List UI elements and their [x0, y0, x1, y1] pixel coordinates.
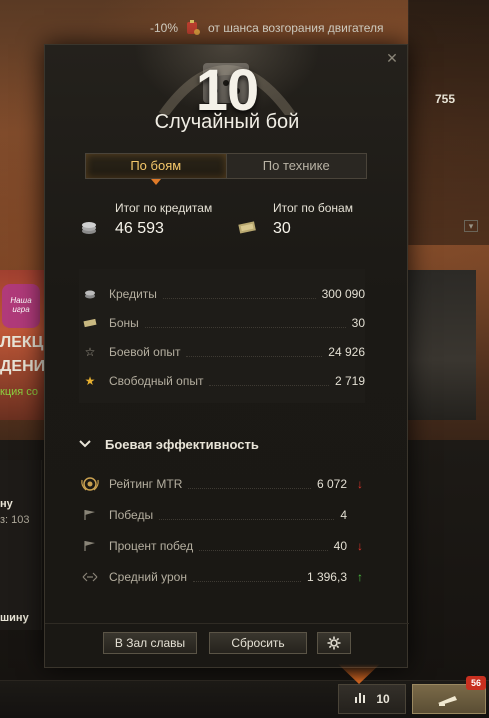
coins-icon [79, 219, 99, 235]
promo-badge-text: Наша игра [10, 296, 32, 314]
left-list-line-3: шину [0, 612, 29, 624]
dialog-footer: В Зал славы Сбросить [45, 623, 409, 667]
right-value: 755 [435, 92, 456, 106]
wins-label: Победы [109, 508, 154, 522]
promo-line-1: ЛЕКЦ [0, 334, 44, 351]
tab-by-vehicles[interactable]: По технике [226, 154, 366, 178]
win-rate-label: Процент побед [109, 539, 194, 553]
arrow-up-icon: ↑ [357, 570, 363, 584]
total-bonds-value: 30 [273, 220, 291, 237]
income-section: Кредиты 300 090 Боны 30 ☆ Боевой опыт 24… [79, 269, 365, 403]
promo-badge: Наша игра [2, 284, 40, 328]
total-bonds: Итог по бонам 30 [273, 201, 353, 238]
battle-xp-value: 24 926 [328, 345, 365, 359]
session-stats-count: 10 [376, 692, 390, 706]
left-list-line-2: з: 103 [0, 514, 30, 526]
flag-icon [79, 508, 101, 522]
promo-card[interactable]: Наша игра ЛЕКЦ ДЕНИ кция со [0, 270, 46, 420]
notification-count-badge: 56 [466, 676, 486, 690]
avg-damage-label: Средний урон [109, 570, 187, 584]
flag-icon [79, 539, 101, 553]
bonus-percent: -10% [150, 21, 179, 35]
bonds-value: 30 [351, 316, 365, 330]
total-credits-label: Итог по кредитам [115, 201, 213, 215]
tab-bar: По боям По технике [85, 153, 367, 179]
active-tab-indicator [151, 179, 161, 185]
notification-icon [437, 693, 459, 712]
tab-by-battles[interactable]: По боям [86, 154, 227, 178]
bonds-icon [79, 316, 101, 330]
total-bonds-label: Итог по бонам [273, 201, 353, 215]
efficiency-toggle[interactable]: Боевая эффективность [79, 435, 259, 453]
arrow-down-icon: ↓ [357, 539, 363, 553]
settings-button[interactable] [317, 632, 351, 654]
promo-line-2: ДЕНИ [0, 358, 46, 375]
list-item-battle-xp: ☆ Боевой опыт 24 926 [79, 343, 365, 361]
efficiency-section: Рейтинг MTR 6 072 ↓ Победы 4 Процент поб… [79, 469, 365, 599]
list-item-bonds: Боны 30 [79, 314, 365, 332]
credits-label: Кредиты [109, 287, 157, 301]
efficiency-title: Боевая эффективность [105, 436, 259, 452]
free-xp-value: 2 719 [334, 374, 365, 388]
reset-button[interactable]: Сбросить [209, 632, 307, 654]
right-panel: 755 ▾ [408, 0, 489, 245]
star-gold-icon: ★ [84, 374, 96, 388]
promo-line-3: кция со [0, 386, 39, 398]
session-stats-button[interactable]: 10 [338, 684, 406, 714]
totals-section: Итог по кредитам 46 593 Итог по бонам 30 [79, 201, 379, 251]
gear-icon [327, 636, 341, 653]
bonds-icon [237, 219, 257, 235]
list-item-free-xp: ★ Свободный опыт 2 719 [79, 372, 365, 390]
battle-stats-dialog: ✕ 10 Случайный бой По боям По технике Ит… [44, 44, 409, 668]
left-list: ну з: 103 шину [0, 460, 42, 630]
top-bonus-bar: -10% от шанса возгорания двигателя [150, 18, 384, 38]
damage-icon [79, 570, 101, 584]
arrow-down-icon: ↓ [357, 477, 363, 491]
list-item-mtr: Рейтинг MTR 6 072 ↓ [79, 475, 365, 493]
chevron-down-icon[interactable]: ▾ [464, 220, 478, 232]
battle-xp-label: Боевой опыт [109, 345, 181, 359]
hall-of-fame-button[interactable]: В Зал славы [103, 632, 197, 654]
free-xp-label: Свободный опыт [109, 374, 204, 388]
credits-value: 300 090 [321, 287, 365, 301]
total-credits-value: 46 593 [115, 220, 164, 237]
bonus-text: от шанса возгорания двигателя [208, 21, 384, 35]
wins-value: 4 [340, 508, 347, 522]
total-credits: Итог по кредитам 46 593 [115, 201, 212, 238]
list-item-wins: Победы 4 [79, 506, 365, 524]
list-item-avg-damage: Средний урон 1 396,3 ↑ [79, 568, 365, 586]
mtr-value: 6 072 [316, 477, 347, 491]
mtr-laurel-icon [79, 477, 101, 491]
left-list-line-1: ну [0, 498, 13, 510]
star-outline-icon: ☆ [84, 345, 96, 359]
chevron-down-icon [79, 437, 91, 451]
win-rate-value: 40 [333, 539, 347, 553]
tank-preview-image [408, 270, 476, 420]
page-title: Случайный бой [154, 111, 300, 133]
list-item-win-rate: Процент побед 40 ↓ [79, 537, 365, 555]
bar-chart-icon [354, 690, 368, 708]
bonds-label: Боны [109, 316, 139, 330]
avg-damage-value: 1 396,3 [306, 570, 347, 584]
mtr-label: Рейтинг MTR [109, 477, 183, 491]
list-item-credits: Кредиты 300 090 [79, 285, 365, 303]
fire-extinguisher-icon [184, 20, 202, 36]
credits-icon [79, 287, 101, 301]
